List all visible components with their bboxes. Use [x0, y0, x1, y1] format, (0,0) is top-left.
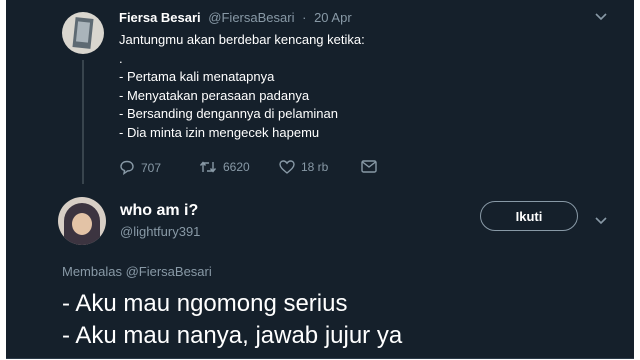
display-name[interactable]: Fiersa Besari	[119, 10, 201, 25]
retweet-action[interactable]: 6620	[199, 160, 250, 174]
retweet-count: 6620	[223, 160, 250, 174]
handle[interactable]: @lightfury391	[120, 224, 200, 239]
avatar-image-face	[72, 213, 92, 235]
reply-icon	[119, 160, 135, 175]
tweet-text: Jantungmu akan berdebar kencang ketika: …	[119, 32, 365, 140]
avatar[interactable]	[62, 12, 104, 54]
handle[interactable]: @FiersaBesari	[208, 10, 294, 25]
replying-to-prefix: Membalas	[62, 264, 122, 279]
retweet-icon	[199, 160, 217, 174]
heart-icon	[279, 160, 295, 174]
direct-message-action[interactable]	[361, 160, 377, 173]
display-name[interactable]: who am i?	[120, 202, 198, 220]
envelope-icon	[361, 160, 377, 173]
chevron-down-icon[interactable]	[595, 10, 607, 24]
reply-action[interactable]: 707	[119, 160, 161, 175]
like-count: 18 rb	[301, 160, 329, 174]
avatar[interactable]	[58, 197, 106, 245]
follow-button[interactable]: Ikuti	[480, 201, 578, 231]
tweet-text: - Aku mau ngomong serius - Aku mau nanya…	[62, 290, 403, 349]
tweet-date[interactable]: 20 Apr	[314, 10, 352, 25]
separator: ·	[302, 10, 307, 25]
replying-to: Membalas @FiersaBesari	[62, 264, 212, 279]
reply-count: 707	[141, 160, 162, 175]
thread-connector-line	[82, 60, 84, 184]
tweet-header: Fiersa Besari @FiersaBesari · 20 Apr	[119, 10, 352, 25]
replying-to-handle[interactable]: @FiersaBesari	[126, 264, 212, 279]
like-action[interactable]: 18 rb	[279, 160, 328, 174]
chevron-down-icon[interactable]	[595, 214, 607, 228]
avatar-image-highlight	[75, 21, 91, 43]
tweet-screenshot: Fiersa Besari @FiersaBesari · 20 Apr Jan…	[6, 0, 634, 359]
